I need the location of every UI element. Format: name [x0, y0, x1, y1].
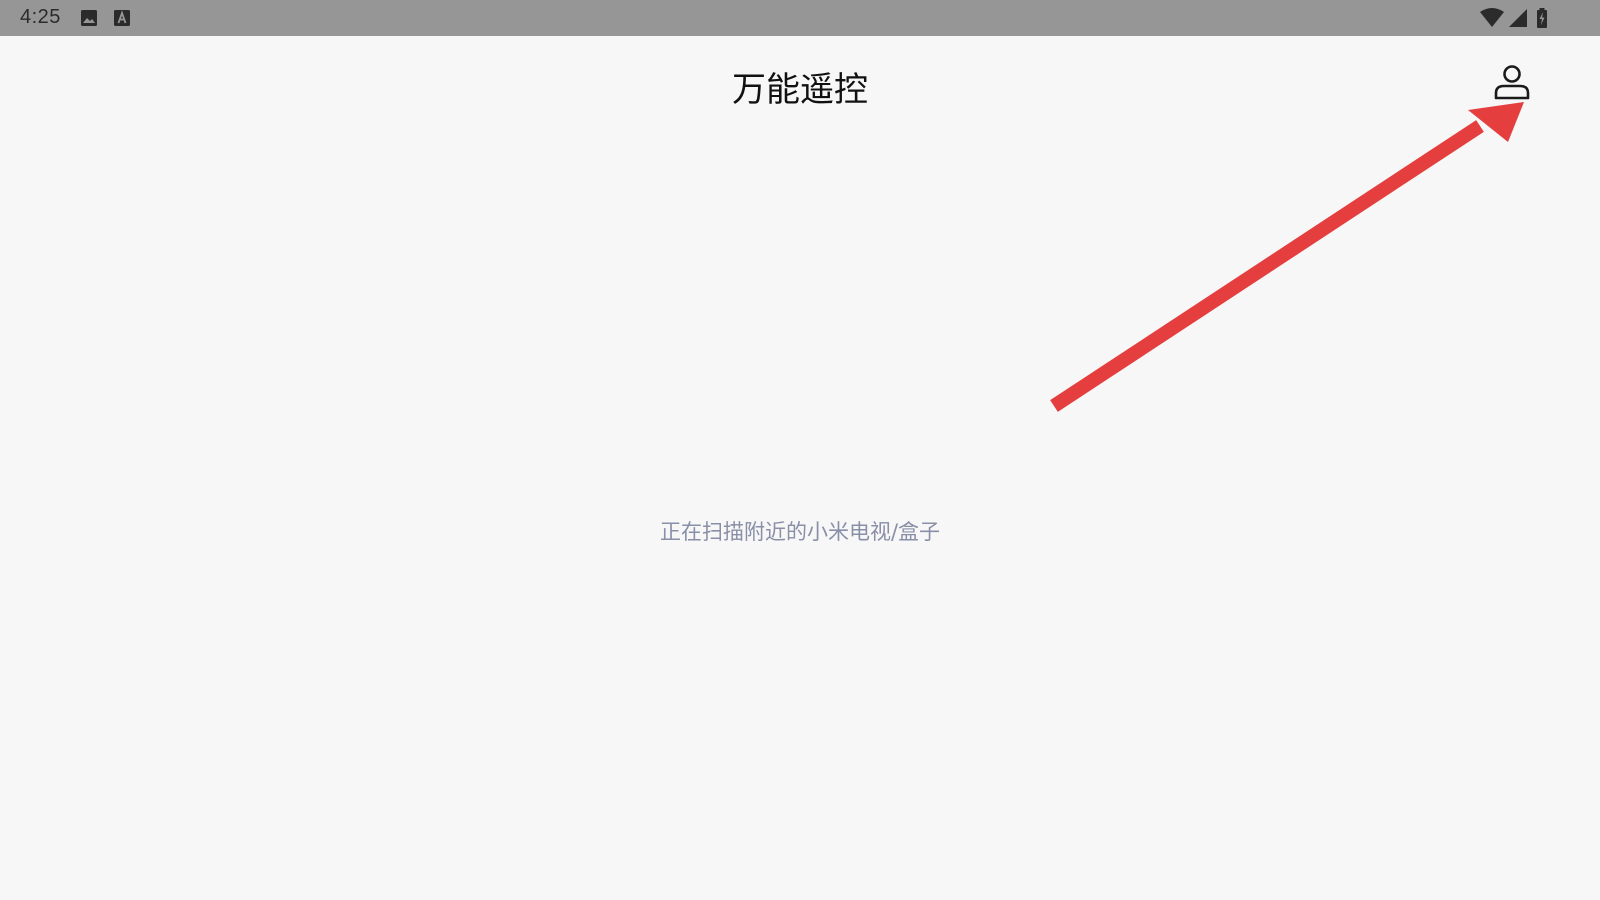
- screen: 4:25 万能遥控 正在扫描附近的小米电视/盒子: [0, 0, 1600, 900]
- status-bar: 4:25: [0, 0, 1600, 36]
- cell-signal-icon: [1508, 8, 1528, 28]
- arrow-shaft: [1050, 120, 1484, 412]
- battery-charging-icon: [1536, 8, 1548, 28]
- text-a-icon: [114, 10, 130, 26]
- image-icon: [81, 10, 97, 26]
- person-icon: [1494, 65, 1530, 100]
- wifi-icon: [1480, 8, 1504, 28]
- status-time: 4:25: [20, 6, 61, 28]
- profile-button[interactable]: [1488, 58, 1536, 106]
- scan-status-text: 正在扫描附近的小米电视/盒子: [659, 520, 941, 544]
- app-bar: 万能遥控: [0, 36, 1600, 132]
- red-arrow-annotation: [1050, 102, 1524, 412]
- page-title: 万能遥控: [732, 70, 868, 110]
